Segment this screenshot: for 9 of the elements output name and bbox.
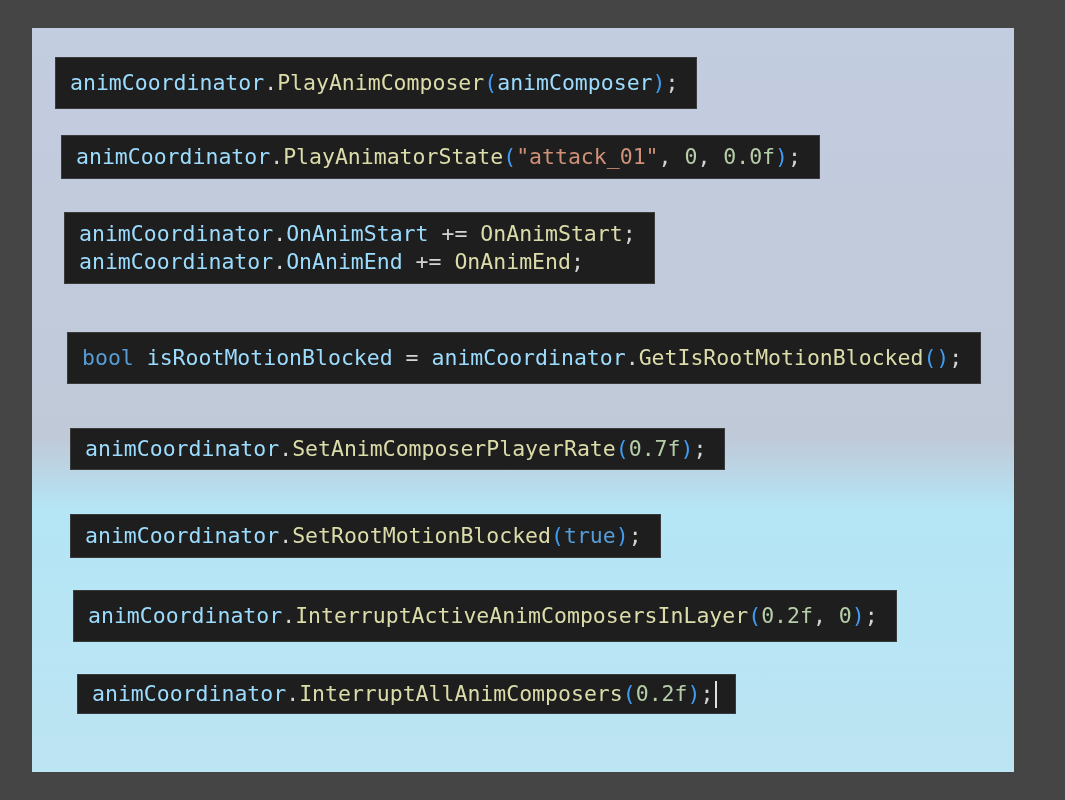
code-line: animCoordinator.SetRootMotionBlocked(true); [85,522,642,550]
code-line: animCoordinator.PlayAnimatorState("attack_01", 0, 0.0f); [76,143,801,171]
code-line: animCoordinator.InterruptActiveAnimComposersInLayer(0.2f, 0); [88,602,878,630]
code-line: animCoordinator.PlayAnimComposer(animComposer); [70,69,679,97]
code-line: animCoordinator.InterruptAllAnimComposers(0.2f); [92,680,714,708]
code-line: animCoordinator.SetAnimComposerPlayerRate(0.7f); [85,435,707,463]
code-line: animCoordinator.OnAnimEnd += OnAnimEnd; [79,248,584,276]
code-line: bool isRootMotionBlocked = animCoordinator.GetIsRootMotionBlocked(); [82,344,963,372]
code-line: animCoordinator.OnAnimStart += OnAnimStart; [79,220,636,248]
